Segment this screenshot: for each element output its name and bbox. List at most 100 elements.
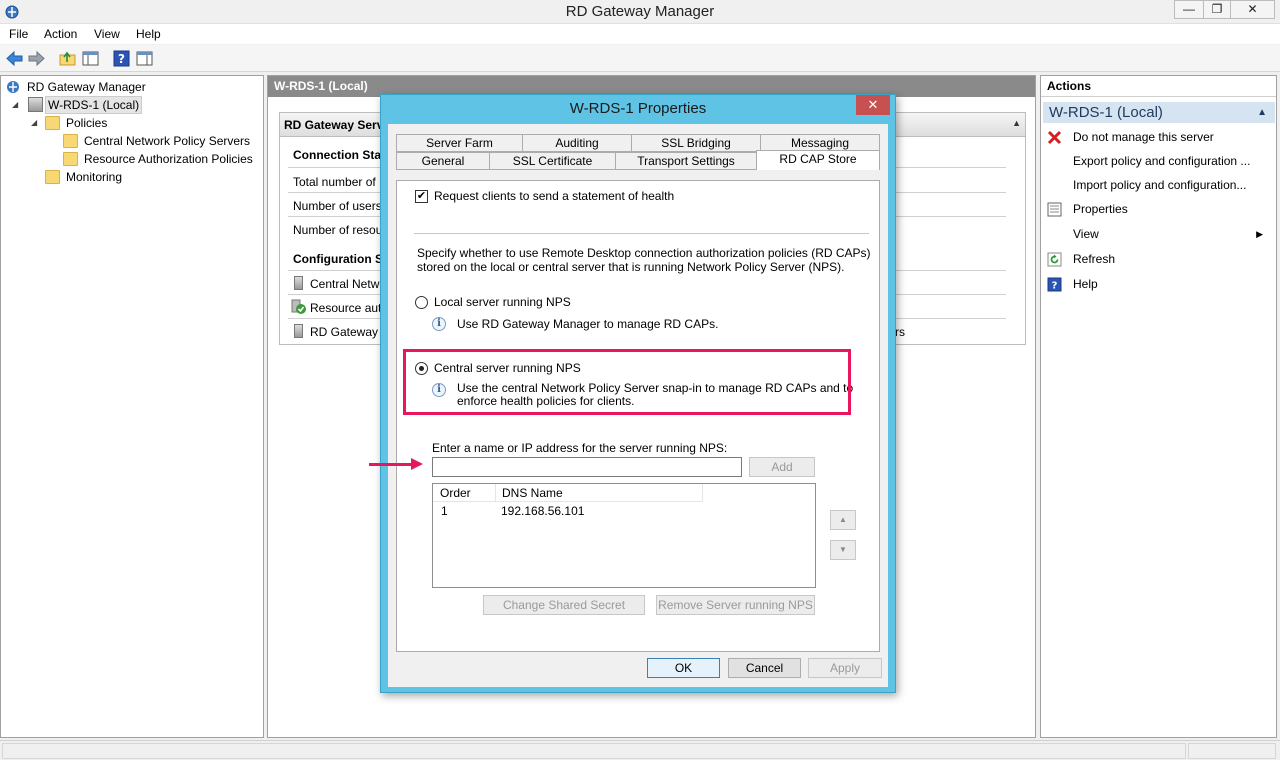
up-folder-icon[interactable] (58, 49, 77, 68)
svg-text:?: ? (1052, 281, 1058, 292)
minimize-button[interactable]: — (1174, 0, 1204, 19)
actions-section-label: W-RDS-1 (Local) (1049, 104, 1163, 121)
nps-server-list[interactable]: Order DNS Name 1 192.168.56.101 (432, 483, 816, 588)
specify-text-line2: stored on the local or central server th… (417, 260, 845, 274)
column-dns-name[interactable]: DNS Name (502, 486, 563, 500)
tree-policies-label: Policies (66, 116, 108, 130)
action-view[interactable]: View ▶ (1041, 224, 1275, 244)
action-label: Help (1073, 277, 1098, 291)
resource-auth-item[interactable]: Resource auth (310, 301, 388, 315)
folder-icon (45, 116, 60, 130)
tree-monitoring-label: Monitoring (66, 170, 123, 184)
action-refresh[interactable]: Refresh (1041, 249, 1275, 269)
svg-text:?: ? (118, 52, 125, 66)
console-tree: RD Gateway Manager ◢ W-RDS-1 (Local) ◢ P… (0, 75, 264, 738)
window-title: RD Gateway Manager (565, 3, 715, 20)
specify-text-line1: Specify whether to use Remote Desktop co… (417, 246, 871, 260)
tab-auditing[interactable]: Auditing (522, 134, 632, 152)
menu-file[interactable]: File (9, 27, 28, 41)
menu-help[interactable]: Help (136, 27, 161, 41)
collapse-panel-icon[interactable]: ▲ (1012, 118, 1021, 128)
action-properties[interactable]: Properties (1041, 199, 1275, 219)
list-header: Order DNS Name (433, 484, 703, 502)
local-nps-label[interactable]: Local server running NPS (434, 295, 571, 309)
expand-server-icon[interactable]: ◢ (12, 100, 18, 109)
number-users-label: Number of users (293, 199, 382, 213)
tab-server-farm[interactable]: Server Farm (396, 134, 523, 152)
tab-ssl-bridging[interactable]: SSL Bridging (631, 134, 761, 152)
apply-button[interactable]: Apply (808, 658, 882, 678)
rd-gateway-item[interactable]: RD Gateway s (310, 325, 387, 339)
menu-view[interactable]: View (94, 27, 120, 41)
list-row[interactable]: 1 192.168.56.101 (433, 503, 815, 520)
ok-button[interactable]: OK (647, 658, 720, 678)
menu-action[interactable]: Action (44, 27, 77, 41)
refresh-icon (1047, 252, 1062, 267)
move-down-button[interactable]: ▼ (830, 540, 856, 560)
local-nps-info: Use RD Gateway Manager to manage RD CAPs… (457, 317, 719, 331)
show-hide-action-pane-icon[interactable] (135, 49, 154, 68)
rd-cap-store-page: ✔ Request clients to send a statement of… (396, 180, 880, 652)
tab-general[interactable]: General (396, 152, 490, 170)
column-order[interactable]: Order (440, 486, 471, 500)
change-shared-secret-button[interactable]: Change Shared Secret (483, 595, 645, 615)
tab-ssl-certificate[interactable]: SSL Certificate (489, 152, 616, 170)
tab-rd-cap-store[interactable]: RD CAP Store (756, 150, 880, 170)
server-icon (28, 97, 43, 112)
action-label: Properties (1073, 202, 1128, 216)
folder-icon (63, 152, 78, 166)
help-icon: ? (1047, 277, 1062, 292)
collapse-section-icon[interactable]: ▲ (1257, 102, 1267, 123)
action-help[interactable]: ? Help (1041, 274, 1275, 294)
tree-root-label: RD Gateway Manager (27, 80, 146, 94)
expand-policies-icon[interactable]: ◢ (31, 118, 37, 127)
red-x-icon (1047, 130, 1062, 145)
action-label: Import policy and configuration... (1073, 178, 1247, 192)
status-segment (1188, 743, 1276, 759)
title-bar: RD Gateway Manager — ❐ ✕ (0, 0, 1280, 24)
action-do-not-manage[interactable]: Do not manage this server (1041, 127, 1275, 147)
action-label: Do not manage this server (1073, 130, 1214, 144)
restore-button[interactable]: ❐ (1203, 0, 1231, 19)
action-label: Export policy and configuration ... (1073, 154, 1251, 168)
back-icon[interactable] (5, 49, 24, 68)
status-bar (0, 740, 1280, 760)
central-network-item[interactable]: Central Netwo (310, 277, 386, 291)
request-health-label[interactable]: Request clients to send a statement of h… (434, 189, 674, 203)
highlight-box (403, 349, 851, 415)
check-ok-icon (291, 299, 306, 314)
remove-nps-server-button[interactable]: Remove Server running NPS (656, 595, 815, 615)
toolbar: ? (0, 45, 1280, 72)
actions-section-header[interactable]: W-RDS-1 (Local) ▲ (1043, 102, 1275, 123)
info-icon: i (432, 317, 446, 331)
close-window-button[interactable]: ✕ (1230, 0, 1275, 19)
server-icon (294, 324, 303, 338)
enter-server-label: Enter a name or IP address for the serve… (432, 441, 728, 455)
cancel-button[interactable]: Cancel (728, 658, 801, 678)
tree-central-nps-label: Central Network Policy Servers (84, 134, 251, 148)
move-up-button[interactable]: ▲ (830, 510, 856, 530)
local-nps-radio[interactable] (415, 296, 428, 309)
show-hide-tree-icon[interactable] (81, 49, 100, 68)
folder-icon (63, 134, 78, 148)
dialog-title: W-RDS-1 Properties (569, 100, 707, 117)
configuration-status-heading: Configuration St (293, 252, 387, 266)
request-health-checkbox[interactable]: ✔ (415, 190, 428, 203)
total-number-label: Total number of (293, 175, 376, 189)
row-dns: 192.168.56.101 (501, 504, 585, 518)
tab-transport-settings[interactable]: Transport Settings (615, 152, 757, 170)
menu-bar: File Action View Help (0, 24, 1280, 44)
annotation-arrow-head (411, 458, 423, 470)
folder-icon (45, 170, 60, 184)
dialog-close-button[interactable]: ✕ (856, 95, 890, 115)
nps-server-input[interactable] (432, 457, 742, 477)
help-icon[interactable]: ? (112, 49, 131, 68)
rd-gateway-icon (7, 81, 19, 93)
action-export[interactable]: Export policy and configuration ... (1041, 151, 1275, 171)
forward-icon[interactable] (27, 49, 46, 68)
status-segment (2, 743, 1186, 759)
tree-rap-label: Resource Authorization Policies (84, 152, 253, 166)
add-button[interactable]: Add (749, 457, 815, 477)
submenu-arrow-icon: ▶ (1256, 229, 1263, 239)
action-import[interactable]: Import policy and configuration... (1041, 175, 1275, 195)
